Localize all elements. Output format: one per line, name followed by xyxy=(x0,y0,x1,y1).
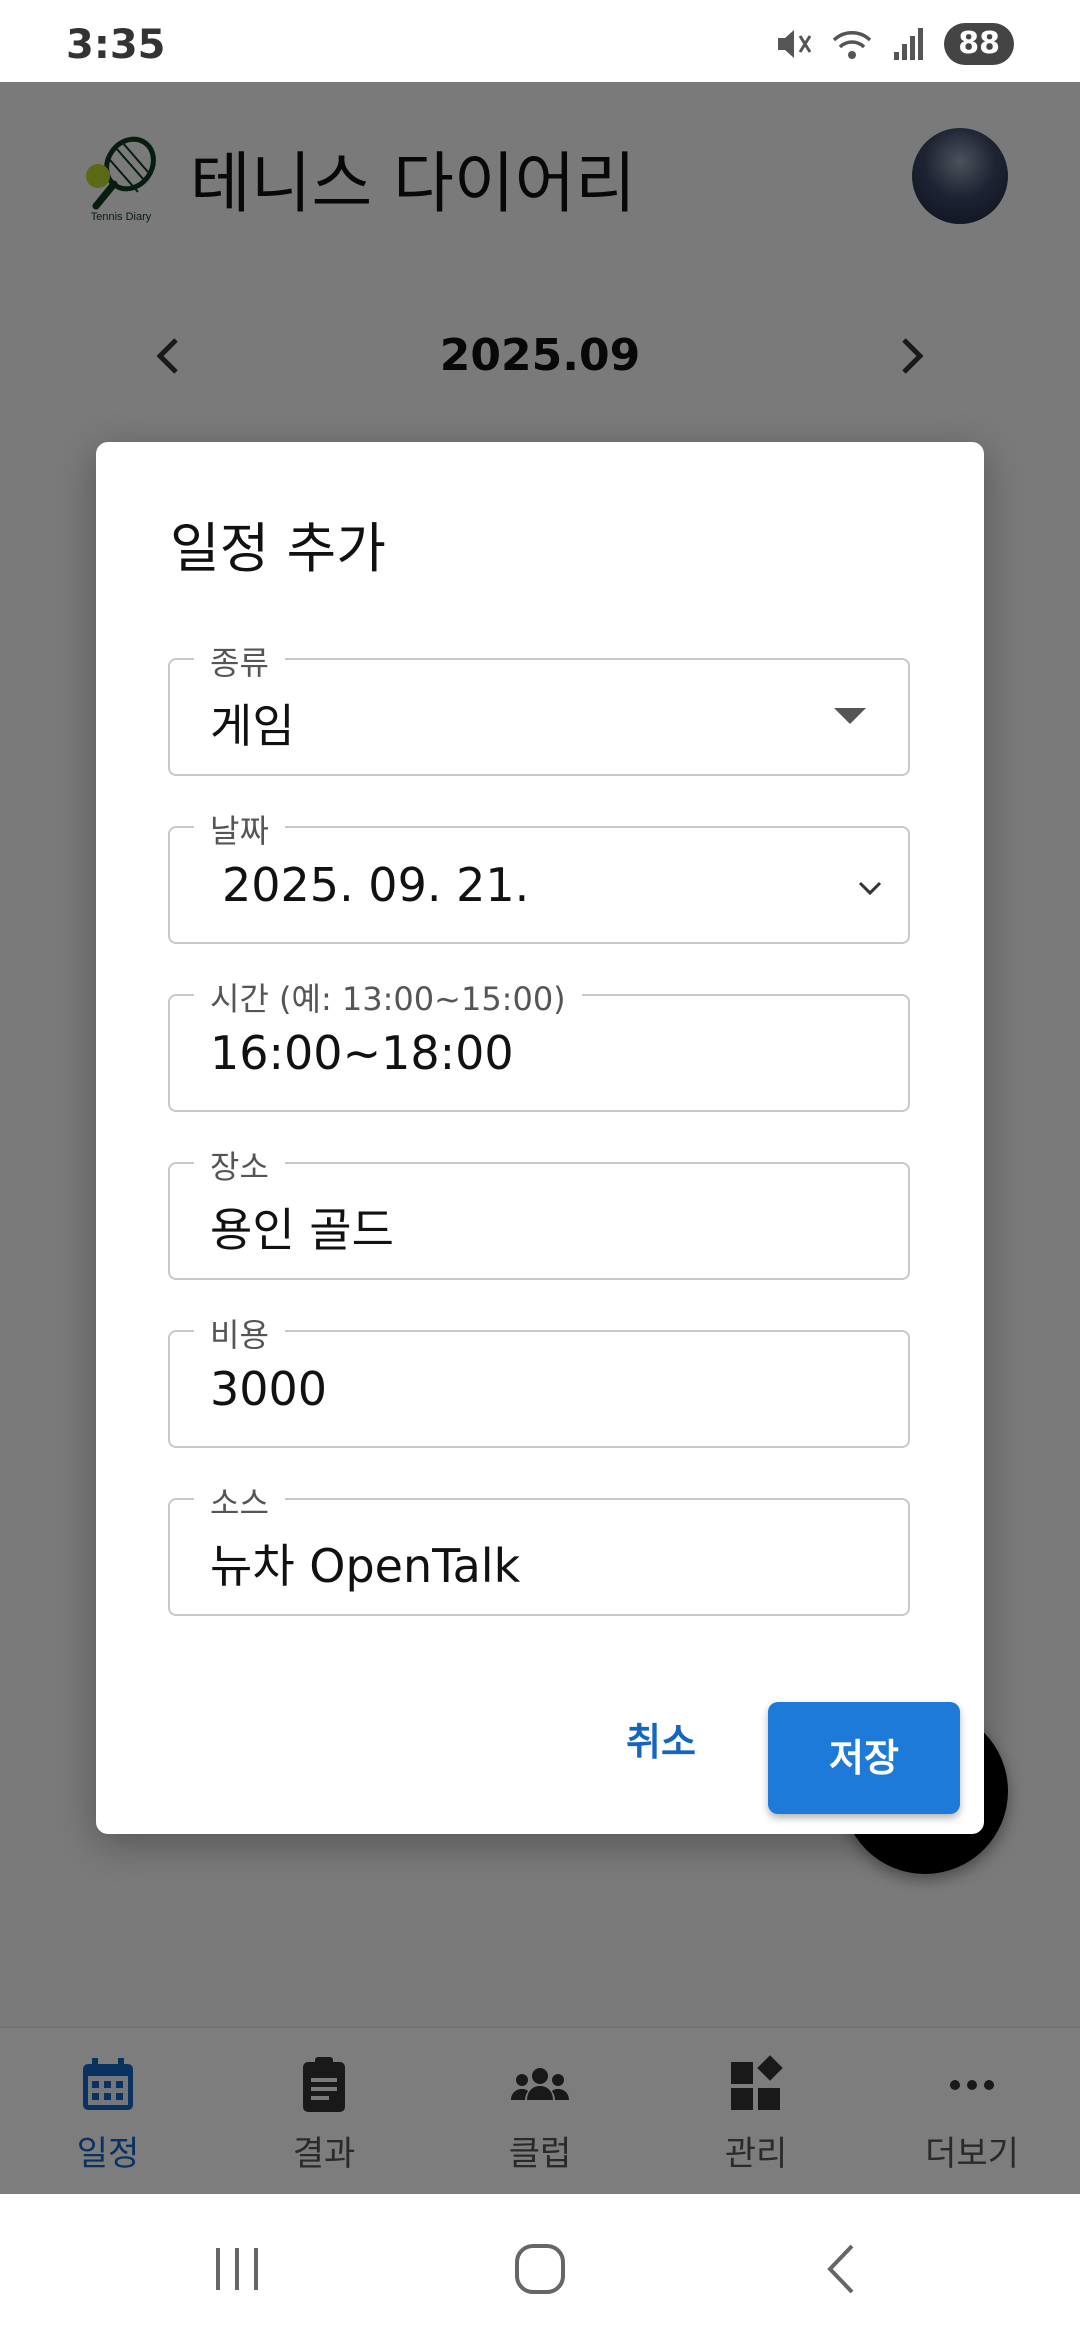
cancel-button[interactable]: 취소 xyxy=(586,1702,736,1782)
dropdown-arrow-icon xyxy=(834,708,866,724)
cost-label: 비용 xyxy=(194,1310,285,1356)
dialog-title: 일정 추가 xyxy=(170,517,386,580)
system-navigation-bar xyxy=(0,2194,1080,2340)
cost-value: 3000 xyxy=(210,1362,328,1416)
time-value: 16:00~18:00 xyxy=(210,1026,514,1080)
type-value: 게임 xyxy=(210,699,295,753)
source-label: 소스 xyxy=(194,1478,285,1524)
date-field[interactable]: 날짜 2025. 09. 21. xyxy=(168,806,910,944)
cost-input[interactable]: 비용 3000 xyxy=(168,1310,910,1448)
home-icon[interactable] xyxy=(505,2234,575,2304)
save-button[interactable]: 저장 xyxy=(768,1702,960,1814)
back-icon[interactable] xyxy=(808,2234,878,2304)
time-label: 시간 (예: 13:00~15:00) xyxy=(194,974,582,1020)
chevron-down-icon xyxy=(858,881,882,896)
place-input[interactable]: 장소 용인 골드 xyxy=(168,1142,910,1280)
add-schedule-dialog: 일정 추가 종류 게임 날짜 2025. 09. 21. 시간 (예: 13:0… xyxy=(96,442,984,1834)
wifi-icon xyxy=(833,31,872,59)
signal-icon xyxy=(894,28,924,60)
place-value: 용인 골드 xyxy=(210,1203,394,1257)
mute-icon xyxy=(778,30,812,58)
source-input[interactable]: 소스 뉴차 OpenTalk xyxy=(168,1478,910,1616)
type-label: 종류 xyxy=(194,638,285,684)
status-bar: 3:35 88 xyxy=(0,0,1080,82)
source-value: 뉴차 OpenTalk xyxy=(210,1539,521,1593)
status-time: 3:35 xyxy=(66,22,166,68)
date-label: 날짜 xyxy=(194,806,285,852)
battery-indicator: 88 xyxy=(944,23,1014,65)
recent-apps-icon[interactable] xyxy=(202,2234,272,2304)
type-select[interactable]: 종류 게임 xyxy=(168,638,910,776)
status-icons: 88 xyxy=(772,22,1014,66)
date-value: 2025. 09. 21. xyxy=(222,858,530,912)
place-label: 장소 xyxy=(194,1142,285,1188)
time-input[interactable]: 시간 (예: 13:00~15:00) 16:00~18:00 xyxy=(168,974,910,1112)
